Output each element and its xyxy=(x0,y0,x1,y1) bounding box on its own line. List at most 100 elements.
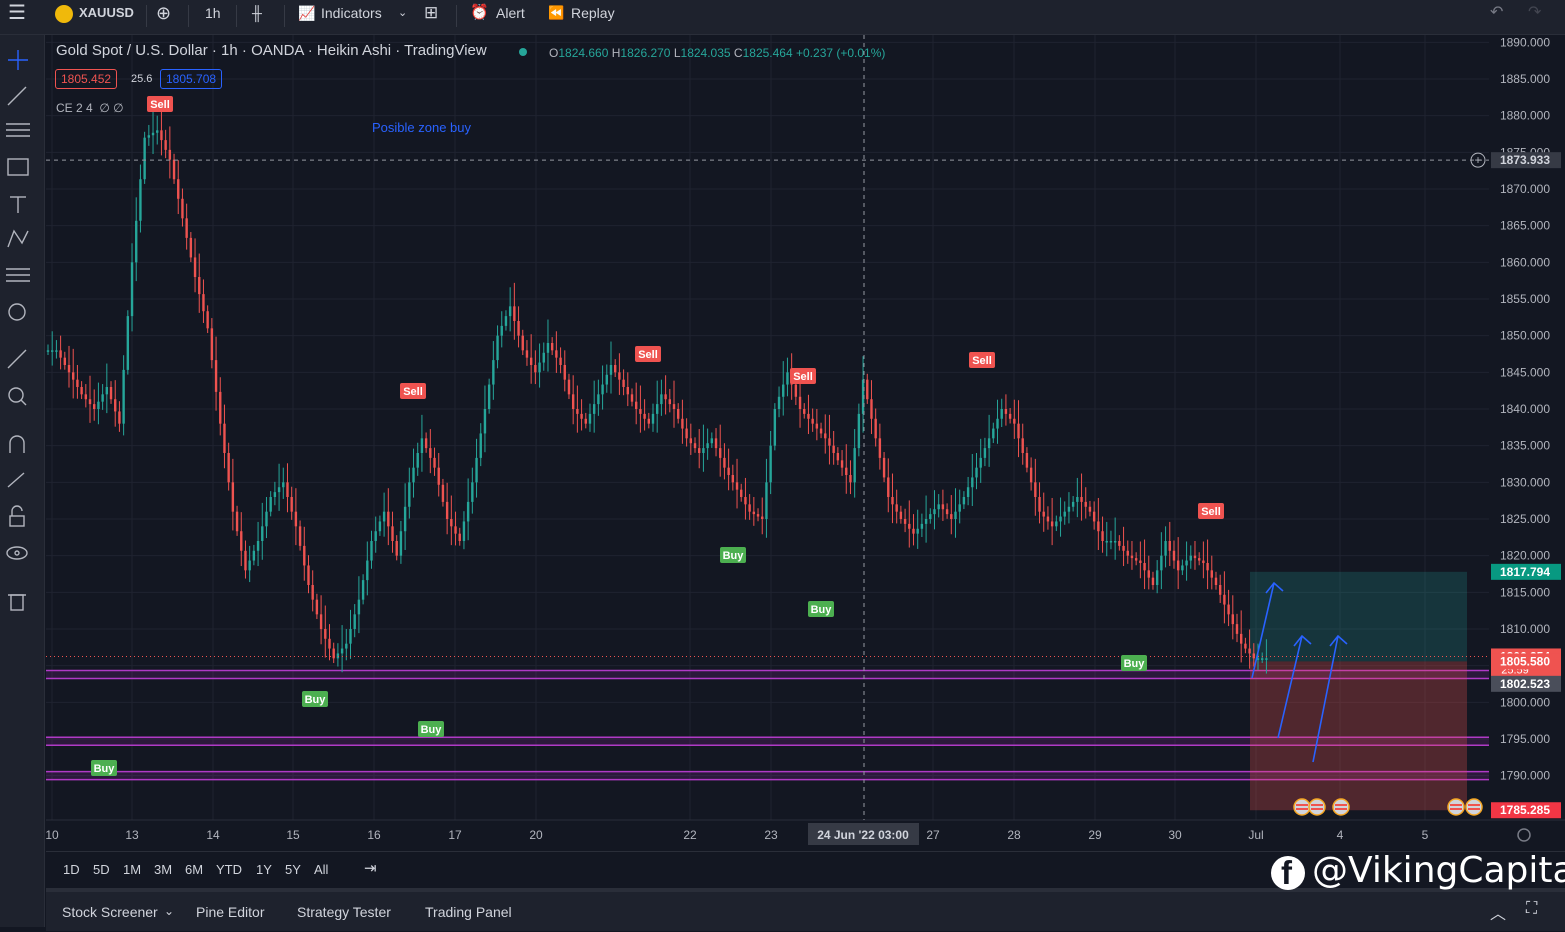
timeframe-1m[interactable]: 1M xyxy=(123,862,141,877)
alert-icon[interactable]: ⏰ xyxy=(470,0,489,34)
maximize-icon[interactable]: ⛶ xyxy=(1526,900,1537,918)
candle xyxy=(765,482,768,519)
alert-button[interactable]: Alert xyxy=(496,0,525,34)
event-flag-icon[interactable] xyxy=(1293,798,1311,816)
indicator-legend[interactable]: CE 2 4 ∅ ∅ xyxy=(56,101,124,115)
chevron-down-icon[interactable]: ⌄ xyxy=(398,0,407,34)
replay-icon[interactable]: ⏪ xyxy=(548,0,564,34)
candle xyxy=(1000,409,1003,419)
candle xyxy=(584,418,587,424)
close-value: 1825.464 xyxy=(742,46,793,60)
candle xyxy=(286,482,289,497)
candle xyxy=(1231,614,1234,625)
candle xyxy=(693,443,697,449)
timeframe-1y[interactable]: 1Y xyxy=(256,862,272,877)
sell-price-button[interactable]: 1805.452 xyxy=(55,69,118,89)
candle xyxy=(962,497,966,505)
timeframe-5y[interactable]: 5Y xyxy=(285,862,301,877)
event-flag-icon[interactable] xyxy=(1332,798,1350,816)
redo-icon[interactable]: ↷ xyxy=(1528,0,1541,34)
long-position-target-zone[interactable] xyxy=(1250,571,1467,662)
timeframe-1d[interactable]: 1D xyxy=(63,862,80,877)
time-axis-label: 28 xyxy=(1007,828,1021,842)
candle xyxy=(126,316,130,370)
candle xyxy=(151,132,155,136)
candle xyxy=(731,475,735,483)
undo-icon[interactable]: ↶ xyxy=(1490,0,1503,34)
indicators-icon[interactable]: 📈 xyxy=(298,0,315,34)
buy-price-button[interactable]: 1805.708 xyxy=(160,69,223,89)
candle xyxy=(387,511,390,527)
candle xyxy=(811,418,814,424)
candle xyxy=(916,528,919,534)
timeframe-6m[interactable]: 6M xyxy=(185,862,203,877)
candle xyxy=(454,526,457,534)
time-axis-label: Jul xyxy=(1248,828,1263,842)
layout-icon[interactable]: ⊞ xyxy=(424,0,438,34)
candle xyxy=(672,404,676,409)
event-flag-icon[interactable] xyxy=(1308,798,1326,816)
symbol-search[interactable]: XAUUSD xyxy=(79,0,134,34)
price-axis-label: 1890.000 xyxy=(1500,35,1550,49)
candle xyxy=(231,482,235,512)
timeframe-5d[interactable]: 5D xyxy=(93,862,110,877)
timeframe-ytd[interactable]: YTD xyxy=(216,862,242,877)
candle xyxy=(403,506,407,532)
candle xyxy=(685,428,688,439)
collapse-panel-icon[interactable]: ︿ xyxy=(1490,900,1506,924)
candle xyxy=(135,220,138,263)
compare-symbol-icon[interactable]: ⊕ xyxy=(156,0,171,34)
candle xyxy=(202,294,205,312)
interval-button[interactable]: 1h xyxy=(205,0,221,34)
candle xyxy=(849,475,852,483)
tab-pine-editor[interactable]: Pine Editor xyxy=(196,904,264,920)
candle xyxy=(912,528,915,534)
price-axis-label: 1855.000 xyxy=(1500,292,1550,306)
candle xyxy=(639,409,642,414)
candle xyxy=(1021,438,1024,453)
timeframe-all[interactable]: All xyxy=(314,862,328,877)
candle xyxy=(706,443,709,449)
candle xyxy=(987,438,991,449)
candle xyxy=(1147,570,1150,578)
timeframe-3m[interactable]: 3M xyxy=(154,862,172,877)
candle xyxy=(702,448,705,453)
chart-type-icon[interactable]: ╫ xyxy=(252,0,262,34)
ruler-icon xyxy=(7,349,27,369)
candle xyxy=(828,438,831,446)
candle xyxy=(122,369,125,424)
price-axis-label: 1880.000 xyxy=(1500,109,1550,123)
annotation-text[interactable]: Posible zone buy xyxy=(372,120,471,135)
candle xyxy=(223,423,226,453)
chart-canvas[interactable]: 10 13 14 15 16 17 20 22 23 27 28 29 30 Jul 4 5 1890.000 1… xyxy=(46,35,1565,850)
long-position-stop-zone[interactable] xyxy=(1250,661,1467,811)
menu-icon[interactable]: ☰ xyxy=(8,0,26,34)
candle xyxy=(698,448,701,453)
candle xyxy=(517,321,520,336)
chevron-down-icon[interactable]: ⌄ xyxy=(164,904,174,918)
tab-trading-panel[interactable]: Trading Panel xyxy=(425,904,512,920)
candle xyxy=(63,357,67,365)
candle xyxy=(626,387,629,395)
candle xyxy=(580,413,583,419)
tab-stock-screener[interactable]: Stock Screener xyxy=(62,904,158,920)
candle xyxy=(1244,643,1247,649)
candle xyxy=(210,328,214,361)
price-axis-label: 1850.000 xyxy=(1500,329,1550,343)
event-flag-stripe xyxy=(1450,804,1462,806)
replay-button[interactable]: Replay xyxy=(571,0,615,34)
candle xyxy=(1109,541,1113,543)
go-to-date-icon[interactable]: ⇥ xyxy=(364,859,377,877)
price-axis-label: 1790.000 xyxy=(1500,769,1550,783)
price-axis-label: 1860.000 xyxy=(1500,255,1550,269)
candle xyxy=(420,438,424,453)
candle xyxy=(773,409,777,446)
tab-strategy-tester[interactable]: Strategy Tester xyxy=(297,904,391,920)
event-flag-icon[interactable] xyxy=(1465,798,1483,816)
indicators-button[interactable]: Indicators xyxy=(321,0,382,34)
candle xyxy=(349,629,352,644)
candle xyxy=(206,311,209,329)
candle xyxy=(941,504,945,510)
symbol-icon xyxy=(55,5,73,23)
event-flag-icon[interactable] xyxy=(1447,798,1465,816)
